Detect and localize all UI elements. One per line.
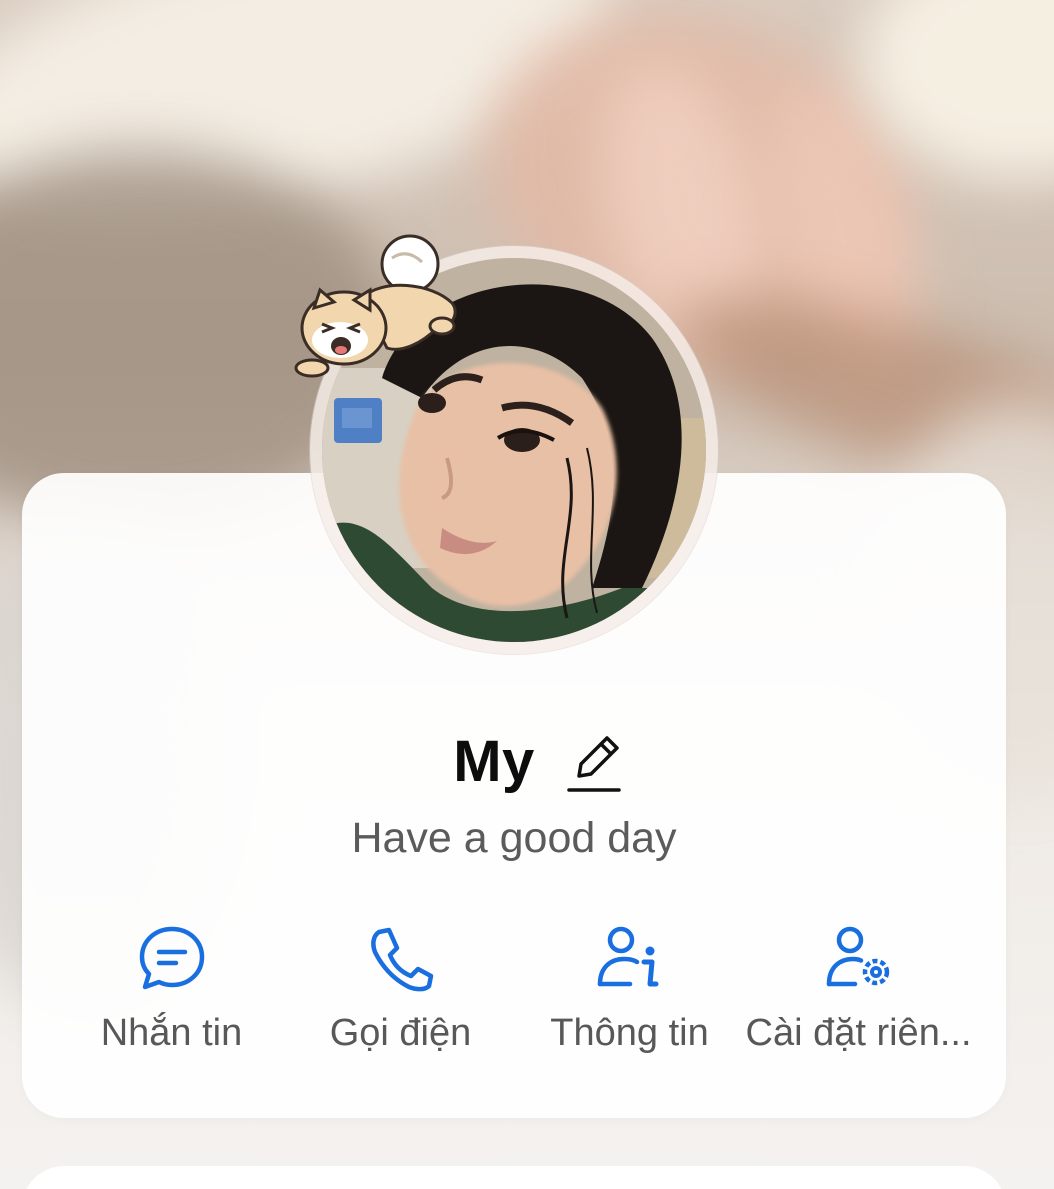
user-info-icon (597, 926, 658, 987)
private-settings-button[interactable]: Cài đặt riên... (744, 922, 973, 1055)
call-button[interactable]: Gọi điện (286, 922, 515, 1055)
call-label: Gọi điện (329, 1012, 472, 1054)
edit-pencil-icon[interactable] (565, 730, 625, 794)
info-button[interactable]: Thông tin (515, 922, 744, 1055)
profile-actions: Nhắn tin Gọi điện Thông tin Cài đặt riên… (57, 922, 973, 1055)
profile-status: Have a good day (351, 814, 677, 862)
profile-name-row: My (0, 728, 1028, 795)
info-label: Thông tin (550, 1012, 709, 1054)
user-settings-icon (826, 926, 889, 987)
phone-icon (370, 927, 433, 992)
message-icon (139, 926, 204, 990)
private-settings-label: Cài đặt riên... (745, 1012, 972, 1054)
message-button[interactable]: Nhắn tin (57, 922, 286, 1055)
next-section-card (22, 1166, 1006, 1189)
message-label: Nhắn tin (100, 1012, 243, 1054)
profile-name: My (453, 729, 535, 794)
dog-sticker-icon (294, 234, 457, 378)
